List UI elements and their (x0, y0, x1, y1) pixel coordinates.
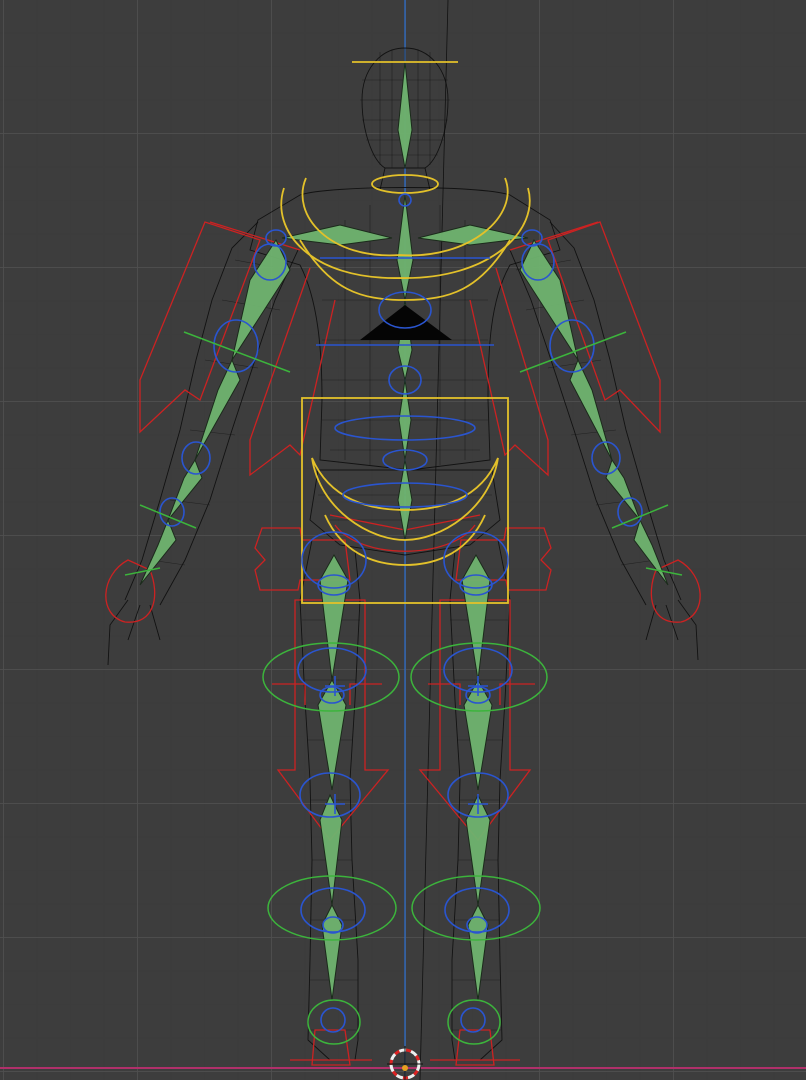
spine-triangle (360, 305, 452, 340)
character-mesh-wireframe[interactable] (107, 47, 699, 1061)
rig-scene[interactable] (0, 0, 806, 1080)
root-line (419, 0, 449, 1080)
3d-viewport[interactable] (0, 0, 806, 1080)
armature-bones[interactable] (139, 61, 669, 1001)
3d-cursor-icon[interactable] (387, 1046, 423, 1080)
